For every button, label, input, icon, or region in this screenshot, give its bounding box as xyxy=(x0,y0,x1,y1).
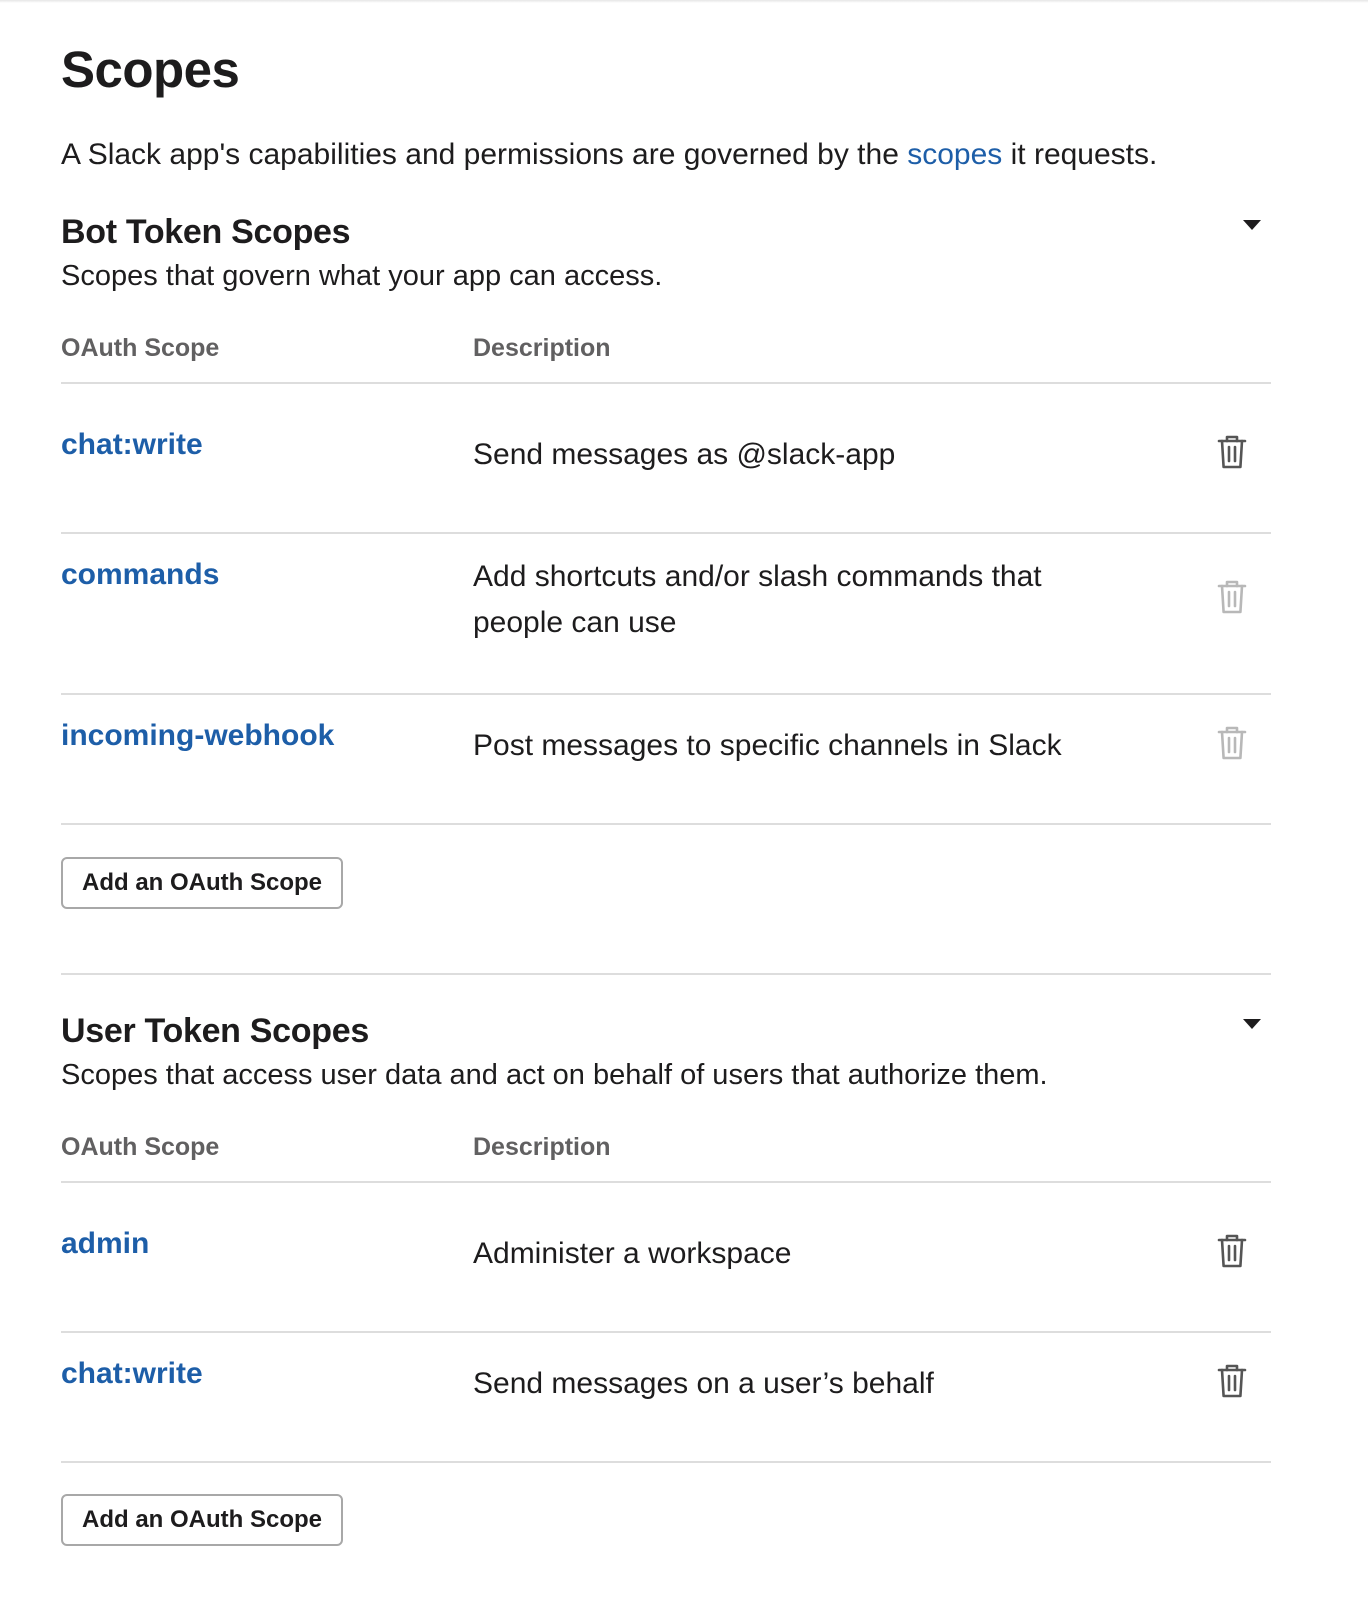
column-header-oauth-scope: OAuth Scope xyxy=(61,334,220,362)
table-header: OAuth Scope Description xyxy=(61,332,1271,384)
add-oauth-scope-button[interactable]: Add an OAuth Scope xyxy=(61,857,343,909)
table-row: commands Add shortcuts and/or slash comm… xyxy=(61,534,1271,695)
scopes-link[interactable]: scopes xyxy=(907,138,1002,171)
table-row: incoming-webhook Post messages to specif… xyxy=(61,695,1271,825)
scope-link[interactable]: chat:write xyxy=(61,426,203,464)
scope-description: Add shortcuts and/or slash commands that… xyxy=(473,560,1042,639)
scope-description: Post messages to specific channels in Sl… xyxy=(473,729,1062,762)
user-section-toggle[interactable] xyxy=(1233,1011,1271,1041)
trash-icon xyxy=(1217,435,1247,469)
delete-scope-button[interactable] xyxy=(1217,434,1247,470)
bot-section-toggle[interactable] xyxy=(1233,212,1271,242)
scope-link[interactable]: admin xyxy=(61,1225,149,1263)
trash-icon xyxy=(1217,580,1247,614)
section-subtitle: Scopes that govern what your app can acc… xyxy=(61,260,663,292)
column-header-description: Description xyxy=(473,334,611,362)
top-shadow xyxy=(0,0,1368,3)
page-title: Scopes xyxy=(61,41,240,98)
section-title: User Token Scopes xyxy=(61,1012,369,1050)
table-row: chat:write Send messages on a user’s beh… xyxy=(61,1333,1271,1463)
scope-description: Send messages on a user’s behalf xyxy=(473,1367,934,1400)
trash-icon xyxy=(1217,1364,1247,1398)
scope-description: Send messages as @slack-app xyxy=(473,438,896,471)
scope-link[interactable]: incoming-webhook xyxy=(61,717,334,755)
column-header-description: Description xyxy=(473,1133,611,1161)
trash-icon xyxy=(1217,1234,1247,1268)
table-header: OAuth Scope Description xyxy=(61,1131,1271,1183)
scope-description: Administer a workspace xyxy=(473,1237,792,1270)
table-row: admin Administer a workspace xyxy=(61,1203,1271,1333)
caret-down-icon xyxy=(1243,1019,1261,1029)
scope-link[interactable]: chat:write xyxy=(61,1355,203,1393)
trash-icon xyxy=(1217,726,1247,760)
scope-link[interactable]: commands xyxy=(61,556,219,594)
caret-down-icon xyxy=(1243,220,1261,230)
delete-scope-button[interactable] xyxy=(1217,1233,1247,1269)
intro-text: A Slack app's capabilities and permissio… xyxy=(61,136,1157,174)
table-row: chat:write Send messages as @slack-app xyxy=(61,404,1271,534)
column-header-oauth-scope: OAuth Scope xyxy=(61,1133,220,1161)
intro-text-start: A Slack app's capabilities and permissio… xyxy=(61,138,908,171)
add-oauth-scope-button[interactable]: Add an OAuth Scope xyxy=(61,1494,343,1546)
delete-scope-button[interactable] xyxy=(1217,1363,1247,1399)
section-subtitle: Scopes that access user data and act on … xyxy=(61,1059,1048,1091)
delete-scope-button-disabled xyxy=(1217,579,1247,615)
delete-scope-button-disabled xyxy=(1217,725,1247,761)
section-divider xyxy=(61,973,1271,975)
intro-text-end: it requests. xyxy=(1002,138,1158,171)
section-title: Bot Token Scopes xyxy=(61,213,351,251)
